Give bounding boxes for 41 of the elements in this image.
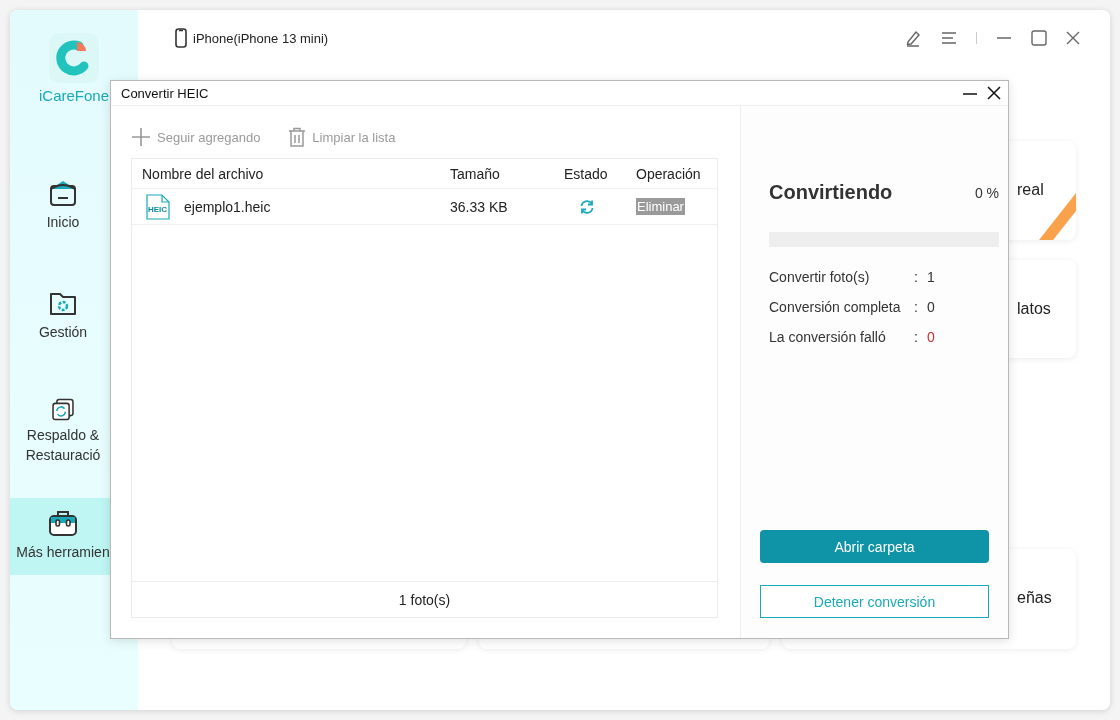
stat-label: La conversión falló <box>769 329 887 345</box>
toolbox-icon <box>47 508 79 538</box>
maximize-icon[interactable] <box>1031 30 1047 46</box>
stat-value: 0 <box>927 329 935 345</box>
stat-label: Convertir foto(s) <box>769 269 871 285</box>
close-icon[interactable] <box>986 85 1002 101</box>
inbox-icon <box>48 178 78 208</box>
photo-count: 1 foto(s) <box>398 591 451 608</box>
stat-value: 1 <box>927 269 935 285</box>
app-logo-icon <box>49 33 99 83</box>
plus-icon <box>131 127 151 147</box>
open-folder-button[interactable]: Abrir carpeta <box>760 530 989 563</box>
progress-reading: 0 % <box>974 184 999 201</box>
dialog-title: Convertir HEIC <box>121 85 210 101</box>
phone-icon <box>175 28 187 48</box>
card-title: real <box>1017 181 1044 199</box>
file-size: 36.33 KB <box>450 198 509 215</box>
card-title: eñas <box>1017 589 1052 607</box>
stat-separator: : <box>914 269 919 285</box>
progress-title: Convirtiendo <box>769 181 894 204</box>
column-header: Estado <box>564 165 609 182</box>
stat-label: Conversión completa <box>769 299 902 315</box>
menu-icon[interactable] <box>941 31 957 45</box>
sync-icon <box>579 198 595 215</box>
sidebar-item[interactable]: Inicio <box>10 168 138 245</box>
sidebar-item[interactable]: Gestión <box>10 278 138 355</box>
app-name: iCareFone <box>38 87 109 104</box>
column-header: Nombre del archivo <box>142 165 265 182</box>
column-header: Tamaño <box>450 165 501 182</box>
heic-file-icon: HEIC <box>145 193 171 220</box>
stat-separator: : <box>914 299 919 315</box>
stripe-graphic <box>1039 193 1076 240</box>
file-name: ejemplo1.heic <box>184 198 271 215</box>
sidebar-item[interactable]: Respaldo & Restauració <box>10 388 138 465</box>
pencil-icon[interactable] <box>904 29 922 47</box>
trash-icon <box>288 127 307 147</box>
card-title: latos <box>1017 300 1051 318</box>
column-header: Operación <box>636 165 702 182</box>
device-name[interactable]: iPhone(iPhone 13 mini) <box>193 30 329 46</box>
stat-separator: : <box>914 329 919 345</box>
stat-value: 0 <box>927 299 935 315</box>
